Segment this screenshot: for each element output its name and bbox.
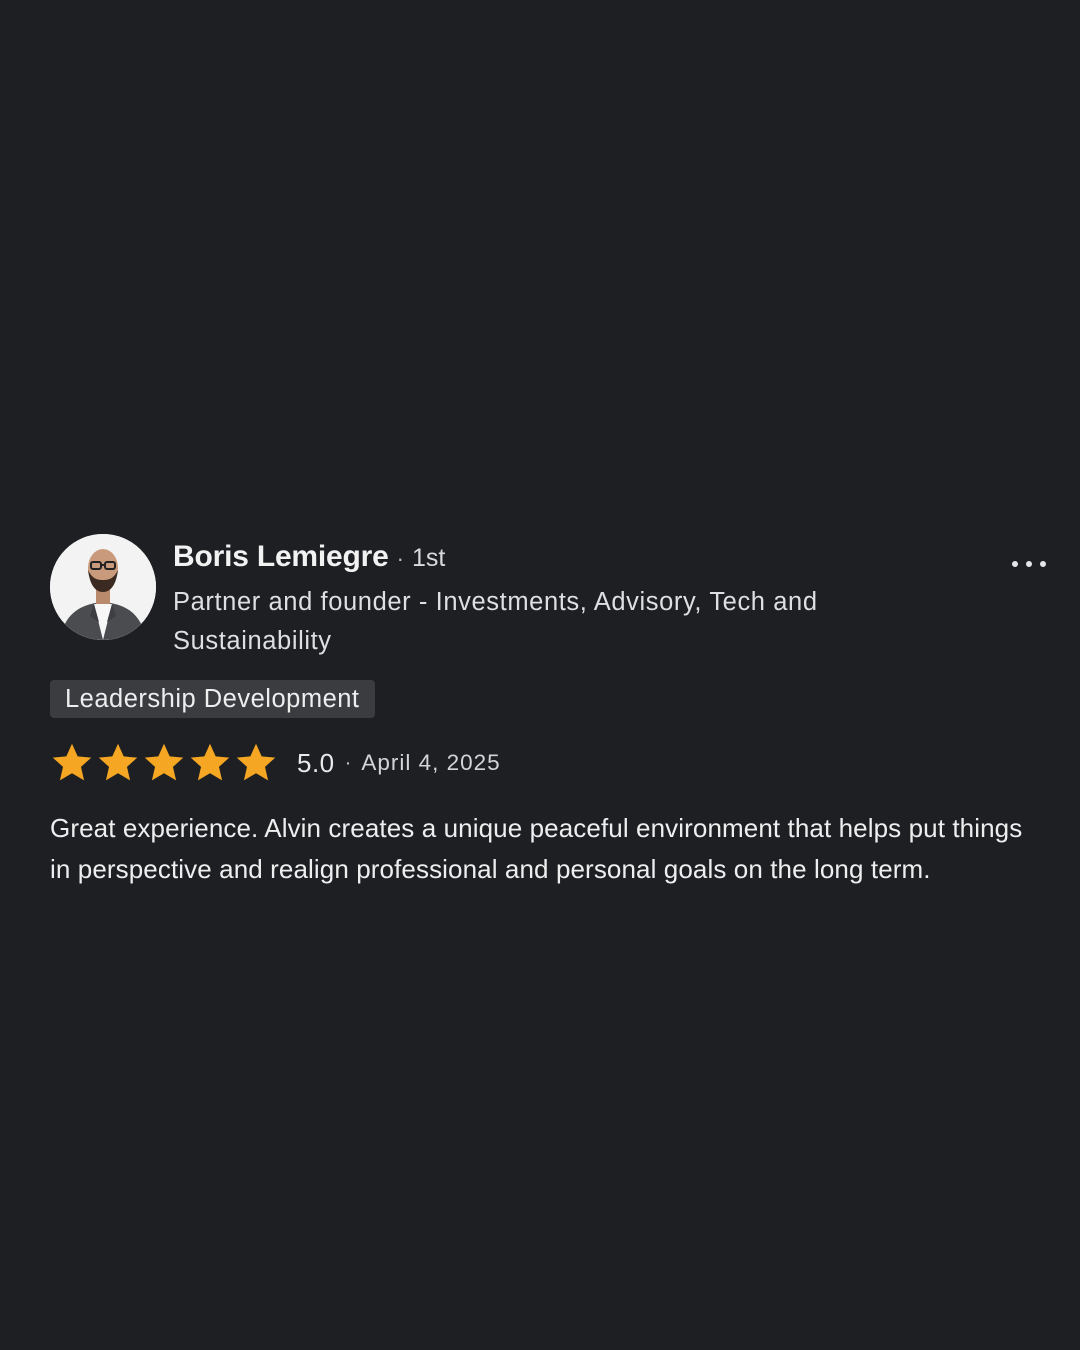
- star-icon: [96, 741, 140, 785]
- rating-row: 5.0 · April 4, 2025: [50, 740, 1050, 786]
- review-card: Boris Lemiegre · 1st Partner and founder…: [50, 534, 1050, 890]
- review-date: April 4, 2025: [361, 750, 501, 775]
- person-avatar-icon: [50, 534, 156, 640]
- author-info: Boris Lemiegre · 1st Partner and founder…: [173, 540, 933, 661]
- name-separator: ·: [396, 546, 404, 571]
- ellipsis-icon-dot: [1012, 561, 1018, 567]
- more-options-button[interactable]: [1012, 554, 1046, 574]
- author-headline: Partner and founder - Investments, Advis…: [173, 588, 818, 655]
- rating-value: 5.0: [297, 747, 335, 778]
- star-rating: [50, 741, 278, 785]
- star-icon: [234, 741, 278, 785]
- connection-degree: 1st: [411, 544, 446, 572]
- star-icon: [142, 741, 186, 785]
- ellipsis-icon-dot: [1040, 561, 1046, 567]
- ellipsis-icon-dot: [1026, 561, 1032, 567]
- rating-separator: ·: [344, 751, 352, 774]
- star-icon: [188, 741, 232, 785]
- review-text: Great experience. Alvin creates a unique…: [50, 813, 1023, 884]
- author-name[interactable]: Boris Lemiegre: [173, 540, 389, 574]
- author-name-line: Boris Lemiegre · 1st: [173, 540, 933, 574]
- service-tag: Leadership Development: [50, 680, 375, 718]
- review-header: Boris Lemiegre · 1st Partner and founder…: [50, 534, 1050, 664]
- author-avatar[interactable]: [50, 534, 156, 640]
- star-icon: [50, 741, 94, 785]
